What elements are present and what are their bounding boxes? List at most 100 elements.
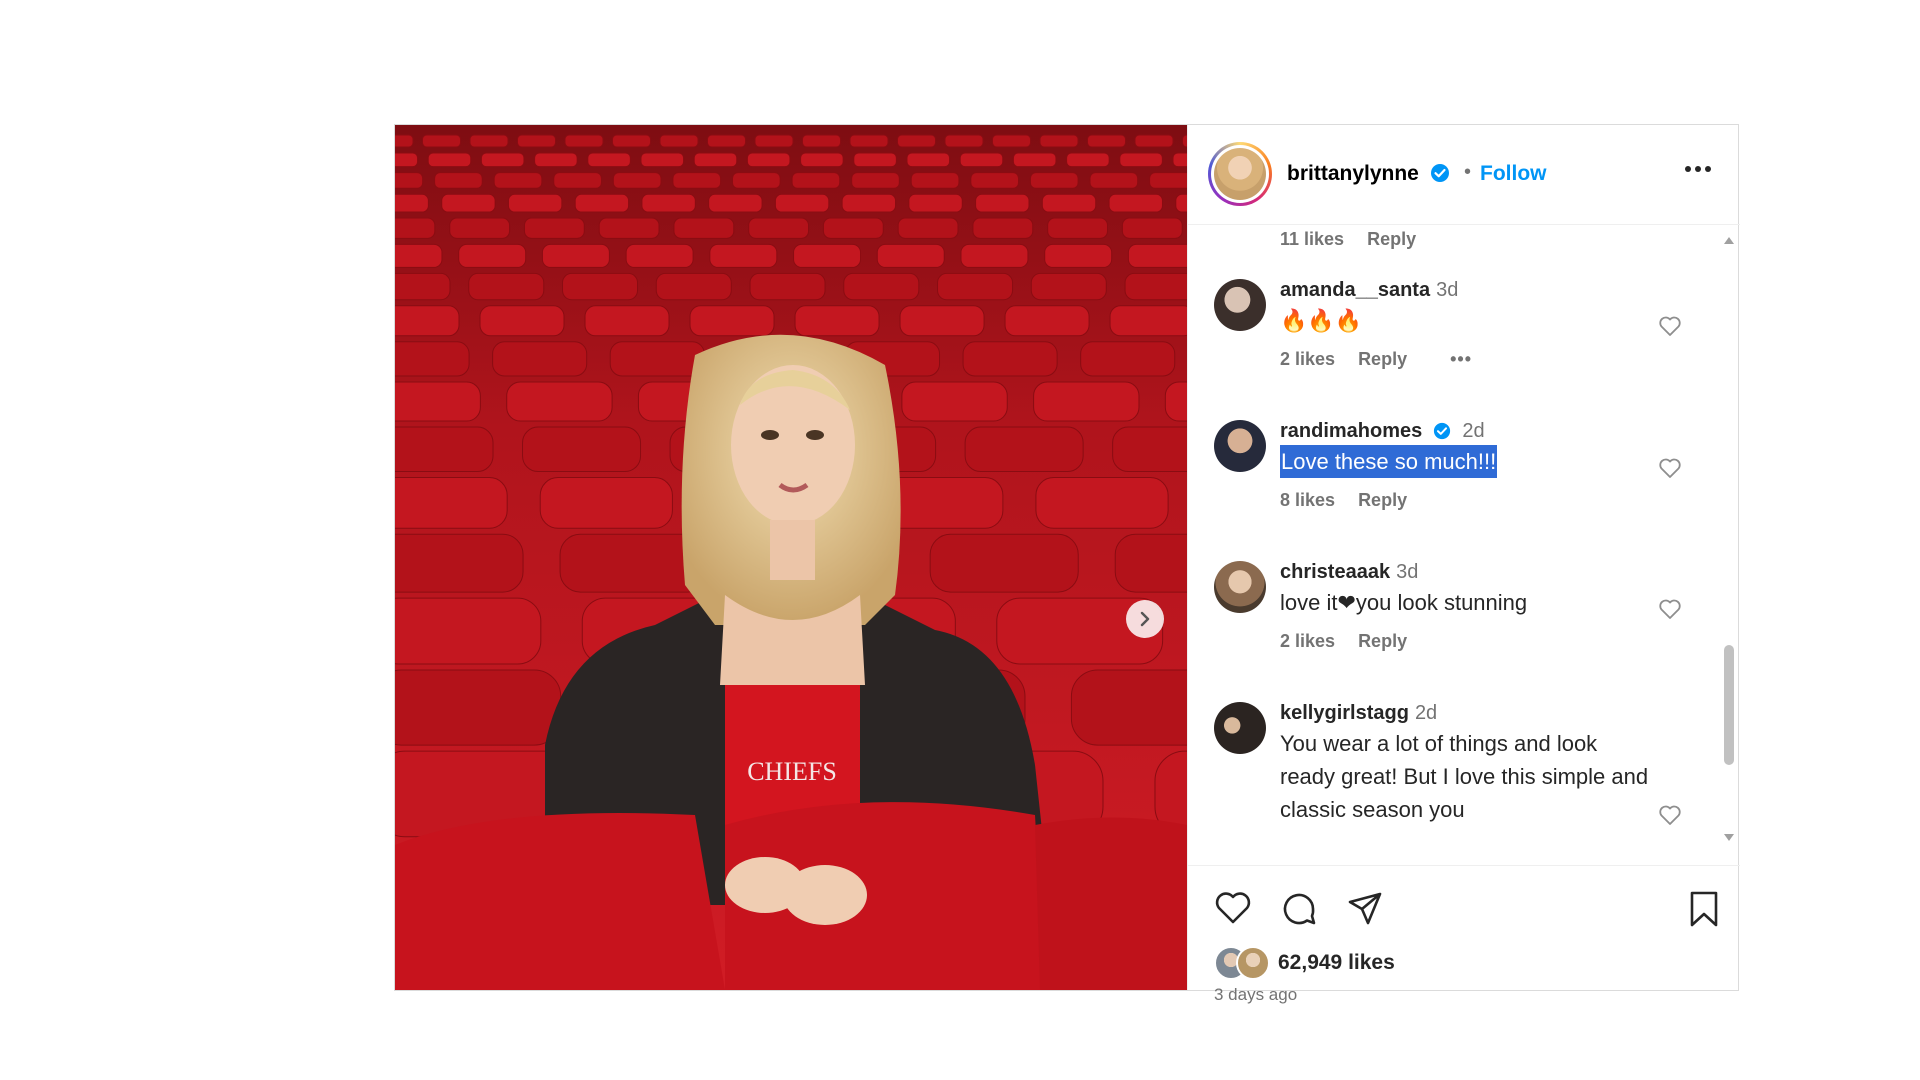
comment-likes-count[interactable]: 2 likes bbox=[1280, 349, 1335, 369]
comment-time[interactable]: 3d bbox=[1396, 561, 1418, 583]
stadium-seat bbox=[598, 217, 660, 239]
more-dots-icon bbox=[1685, 166, 1711, 172]
comments-scrollbar[interactable] bbox=[1718, 225, 1738, 865]
bookmark-icon[interactable] bbox=[1688, 890, 1720, 928]
stadium-seat bbox=[672, 172, 722, 189]
stadium-seat bbox=[469, 134, 509, 148]
post-image[interactable]: CHIEFS bbox=[395, 125, 1187, 990]
comment-likes-count[interactable]: 11 likes bbox=[1280, 229, 1344, 249]
heart-outline-icon[interactable] bbox=[1658, 804, 1682, 826]
more-options-button[interactable] bbox=[1684, 161, 1712, 179]
like-heart-icon[interactable] bbox=[1214, 890, 1252, 926]
stadium-seat bbox=[707, 134, 746, 148]
stadium-seat bbox=[395, 217, 436, 239]
stadium-seat bbox=[964, 426, 1084, 473]
commenter-avatar[interactable] bbox=[1214, 279, 1266, 331]
stadium-seat bbox=[395, 597, 542, 665]
stadium-seat bbox=[822, 217, 884, 239]
heart-outline-icon[interactable] bbox=[1658, 315, 1682, 337]
likes-summary[interactable]: 62,949 likes bbox=[1214, 946, 1395, 980]
stadium-seat bbox=[395, 381, 481, 422]
scroll-up-arrow-icon[interactable] bbox=[1723, 235, 1735, 245]
header-separator: • bbox=[1464, 161, 1472, 183]
stadium-seat bbox=[441, 193, 496, 213]
comment-text: 🔥🔥🔥 bbox=[1280, 308, 1363, 333]
stadium-seat bbox=[655, 272, 732, 301]
commenter-username[interactable]: amanda__santa bbox=[1280, 279, 1430, 301]
likes-count[interactable]: 62,949 likes bbox=[1278, 951, 1395, 975]
stadium-seat bbox=[434, 172, 483, 189]
stadium-seat bbox=[468, 272, 545, 301]
commenter-username[interactable]: randimahomes bbox=[1280, 420, 1422, 442]
stadium-seat bbox=[458, 243, 527, 268]
stadium-seat bbox=[1030, 272, 1107, 301]
stadium-seat bbox=[395, 305, 460, 337]
stadium-seat bbox=[749, 272, 826, 301]
stadium-seat bbox=[689, 305, 775, 337]
comment-icon[interactable] bbox=[1280, 890, 1318, 928]
verified-badge-icon bbox=[1433, 422, 1450, 440]
comments-list[interactable]: 11 likes Reply amanda__santa 3d 🔥🔥🔥 2 lik… bbox=[1188, 225, 1718, 865]
stadium-seat bbox=[709, 243, 778, 268]
reply-button[interactable]: Reply bbox=[1358, 631, 1407, 651]
stadium-seat bbox=[1047, 217, 1108, 239]
reply-button[interactable]: Reply bbox=[1358, 490, 1407, 510]
verified-badge-icon bbox=[1430, 164, 1449, 182]
stadium-seat bbox=[1066, 152, 1110, 168]
stadium-seat bbox=[422, 134, 461, 148]
stadium-seat bbox=[1119, 152, 1163, 168]
reply-button[interactable]: Reply bbox=[1367, 229, 1416, 249]
stadium-seat bbox=[395, 243, 443, 268]
stadium-seat bbox=[693, 152, 738, 168]
stadium-seat bbox=[395, 669, 562, 746]
post-timestamp[interactable]: 3 days ago bbox=[1214, 985, 1297, 1005]
comment-likes-count[interactable]: 2 likes bbox=[1280, 631, 1335, 651]
commenter-avatar[interactable] bbox=[1214, 420, 1266, 472]
stadium-seat bbox=[574, 193, 630, 213]
stadium-seat bbox=[541, 243, 610, 268]
comment-likes-count[interactable]: 8 likes bbox=[1280, 490, 1335, 510]
stadium-seat bbox=[876, 243, 945, 268]
stadium-seat bbox=[395, 341, 470, 377]
stadium-seat bbox=[562, 272, 639, 301]
stadium-seat bbox=[944, 134, 984, 148]
reply-button[interactable]: Reply bbox=[1358, 349, 1407, 369]
stadium-seat bbox=[395, 172, 424, 189]
commenter-username[interactable]: kellygirlstagg bbox=[1280, 702, 1409, 724]
scroll-down-arrow-icon[interactable] bbox=[1723, 833, 1735, 843]
stadium-seat bbox=[1080, 341, 1176, 377]
commenter-username[interactable]: christeaaak bbox=[1280, 561, 1390, 583]
heart-outline-icon[interactable] bbox=[1658, 457, 1682, 479]
stadium-seat bbox=[587, 152, 631, 168]
stadium-seat bbox=[479, 305, 565, 337]
author-username[interactable]: brittanylynne bbox=[1287, 162, 1450, 186]
stadium-seat bbox=[1172, 152, 1187, 168]
stadium-seat bbox=[1041, 193, 1097, 213]
post-actions: 62,949 likes 3 days ago bbox=[1188, 865, 1740, 1004]
stadium-seat bbox=[970, 172, 1020, 189]
author-avatar[interactable] bbox=[1208, 142, 1272, 206]
author-username-text[interactable]: brittanylynne bbox=[1287, 162, 1419, 185]
stadium-seat bbox=[906, 152, 951, 168]
stadium-seat bbox=[960, 243, 1029, 268]
stadium-seat bbox=[395, 533, 524, 593]
comment-time[interactable]: 2d bbox=[1462, 420, 1484, 442]
chevron-right-icon bbox=[1140, 611, 1150, 627]
commenter-avatar[interactable] bbox=[1214, 561, 1266, 613]
stadium-seat bbox=[853, 152, 897, 168]
share-paper-plane-icon[interactable] bbox=[1346, 890, 1384, 928]
stadium-seat bbox=[506, 381, 613, 422]
stadium-seat bbox=[708, 193, 763, 213]
scrollbar-thumb[interactable] bbox=[1724, 645, 1734, 765]
comment-more-button[interactable]: ••• bbox=[1450, 349, 1472, 369]
stadium-seat bbox=[972, 217, 1034, 239]
comment-time[interactable]: 3d bbox=[1436, 279, 1458, 301]
stadium-seat bbox=[1134, 134, 1174, 148]
follow-button[interactable]: Follow bbox=[1480, 162, 1547, 186]
commenter-avatar[interactable] bbox=[1214, 702, 1266, 754]
heart-outline-icon[interactable] bbox=[1658, 598, 1682, 620]
stadium-seat bbox=[1033, 381, 1140, 422]
next-image-button[interactable] bbox=[1126, 600, 1164, 638]
stadium-seat bbox=[395, 426, 494, 473]
comment-time[interactable]: 2d bbox=[1415, 702, 1437, 724]
